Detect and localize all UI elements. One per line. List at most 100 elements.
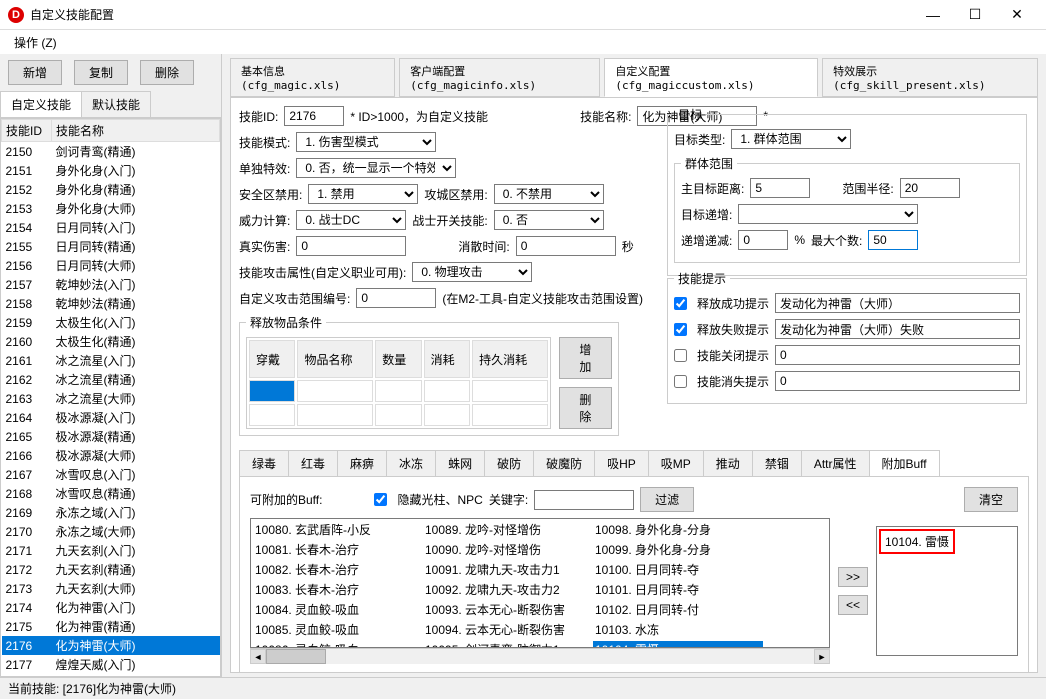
- check-success[interactable]: [674, 297, 687, 310]
- skill-row[interactable]: 2159太极生化(入门): [2, 313, 220, 332]
- skill-row[interactable]: 2151身外化身(入门): [2, 161, 220, 180]
- skill-row[interactable]: 2171九天玄刹(入门): [2, 541, 220, 560]
- check-close[interactable]: [674, 349, 687, 362]
- close-button[interactable]: ✕: [996, 1, 1038, 29]
- add-button[interactable]: 新增: [8, 60, 62, 85]
- select-warrior-switch[interactable]: 0. 否: [494, 210, 604, 230]
- delete-button[interactable]: 删除: [140, 60, 194, 85]
- release-del-button[interactable]: 删除: [559, 387, 612, 429]
- check-hide-pillar[interactable]: [374, 493, 387, 506]
- select-solo[interactable]: 0. 否，统一显示一个特效: [296, 158, 456, 178]
- buff-tab[interactable]: 麻痹: [337, 450, 387, 476]
- skill-row[interactable]: 2157乾坤妙法(入门): [2, 275, 220, 294]
- buff-item[interactable]: 10098. 身外化身-分身: [593, 521, 763, 538]
- config-tab[interactable]: 自定义配置 (cfg_magiccustom.xls): [604, 58, 818, 97]
- skill-row[interactable]: 2156日月同转(大师): [2, 256, 220, 275]
- scrollbar[interactable]: ◄►: [250, 648, 830, 664]
- config-tab[interactable]: 基本信息 (cfg_magic.xls): [230, 58, 395, 97]
- buff-tab[interactable]: 附加Buff: [869, 450, 940, 476]
- move-left-button[interactable]: <<: [838, 595, 868, 615]
- skill-row[interactable]: 2170永冻之域(大师): [2, 522, 220, 541]
- buff-item[interactable]: 10095. 剑诃青鸾-防御力1: [423, 641, 593, 648]
- skill-list[interactable]: 技能ID 技能名称 2150剑诃青鸾(精通)2151身外化身(入门)2152身外…: [0, 118, 221, 677]
- buff-item[interactable]: 10101. 日月同转-夺: [593, 581, 763, 598]
- input-skill-id[interactable]: [284, 106, 344, 126]
- skill-row[interactable]: 2161冰之流星(入门): [2, 351, 220, 370]
- minimize-button[interactable]: —: [912, 1, 954, 29]
- input-fail[interactable]: [775, 319, 1020, 339]
- input-dis-time[interactable]: [516, 236, 616, 256]
- buff-item[interactable]: 10085. 灵血鲛-吸血: [253, 621, 423, 638]
- copy-button[interactable]: 复制: [74, 60, 128, 85]
- tab-default-skill[interactable]: 默认技能: [81, 91, 151, 117]
- skill-row[interactable]: 2174化为神雷(入门): [2, 598, 220, 617]
- menu-operate[interactable]: 操作 (Z): [8, 32, 63, 53]
- buff-item[interactable]: 10094. 云本无心-断裂伤害: [423, 621, 593, 638]
- input-target-max[interactable]: [868, 230, 918, 250]
- skill-row[interactable]: 2173九天玄刹(大师): [2, 579, 220, 598]
- clear-button[interactable]: 清空: [964, 487, 1018, 512]
- skill-row[interactable]: 2153身外化身(大师): [2, 199, 220, 218]
- skill-row[interactable]: 2164极冰源凝(入门): [2, 408, 220, 427]
- skill-row[interactable]: 2168冰雪叹息(精通): [2, 484, 220, 503]
- select-safe[interactable]: 1. 禁用: [308, 184, 418, 204]
- buff-tab[interactable]: 推动: [703, 450, 753, 476]
- input-target-decr[interactable]: [738, 230, 788, 250]
- maximize-button[interactable]: ☐: [954, 1, 996, 29]
- buff-tab[interactable]: Attr属性: [801, 450, 870, 476]
- config-tab[interactable]: 客户端配置 (cfg_magicinfo.xls): [399, 58, 600, 97]
- buff-item[interactable]: 10080. 玄武盾阵-小反: [253, 521, 423, 538]
- skill-row[interactable]: 2169永冻之域(入门): [2, 503, 220, 522]
- input-real-dmg[interactable]: [296, 236, 406, 256]
- buff-tab[interactable]: 吸MP: [648, 450, 704, 476]
- buff-item[interactable]: 10090. 龙吟-对怪增伤: [423, 541, 593, 558]
- buff-tab[interactable]: 绿毒: [239, 450, 289, 476]
- skill-row[interactable]: 2175化为神雷(精通): [2, 617, 220, 636]
- input-disappear[interactable]: [775, 371, 1020, 391]
- buff-tab[interactable]: 禁锢: [752, 450, 802, 476]
- move-right-button[interactable]: >>: [838, 567, 868, 587]
- skill-row[interactable]: 2155日月同转(精通): [2, 237, 220, 256]
- select-power[interactable]: 0. 战士DC: [296, 210, 406, 230]
- buff-item[interactable]: 10103. 水冻: [593, 621, 763, 638]
- buff-item[interactable]: 10100. 日月同转-夺: [593, 561, 763, 578]
- buff-tab[interactable]: 吸HP: [594, 450, 649, 476]
- skill-row[interactable]: 2172九天玄刹(精通): [2, 560, 220, 579]
- select-target-incr[interactable]: [738, 204, 918, 224]
- buff-available-list[interactable]: 10080. 玄武盾阵-小反10089. 龙吟-对怪增伤10098. 身外化身-…: [250, 518, 830, 648]
- input-success[interactable]: [775, 293, 1020, 313]
- buff-item[interactable]: 10102. 日月同转-付: [593, 601, 763, 618]
- select-attack-attr[interactable]: 0. 物理攻击: [412, 262, 532, 282]
- buff-tab[interactable]: 破防: [484, 450, 534, 476]
- buff-item[interactable]: 10082. 长春木-治疗: [253, 561, 423, 578]
- select-target-type[interactable]: 1. 群体范围: [731, 129, 851, 149]
- buff-item[interactable]: 10084. 灵血鲛-吸血: [253, 601, 423, 618]
- buff-tab[interactable]: 破魔防: [533, 450, 595, 476]
- skill-row[interactable]: 2158乾坤妙法(精通): [2, 294, 220, 313]
- buff-item[interactable]: 10083. 长春木-治疗: [253, 581, 423, 598]
- filter-button[interactable]: 过滤: [640, 487, 694, 512]
- buff-tab[interactable]: 冰冻: [386, 450, 436, 476]
- select-mode[interactable]: 1. 伤害型模式: [296, 132, 436, 152]
- skill-row[interactable]: 2177煌煌天威(入门): [2, 655, 220, 674]
- buff-item[interactable]: 10092. 龙啸九天-攻击力2: [423, 581, 593, 598]
- buff-tab[interactable]: 红毒: [288, 450, 338, 476]
- skill-row[interactable]: 2162冰之流星(精通): [2, 370, 220, 389]
- skill-row[interactable]: 2166极冰源凝(大师): [2, 446, 220, 465]
- skill-row[interactable]: 2176化为神雷(大师): [2, 636, 220, 655]
- tab-custom-skill[interactable]: 自定义技能: [0, 91, 82, 117]
- check-fail[interactable]: [674, 323, 687, 336]
- buff-item[interactable]: 10099. 身外化身-分身: [593, 541, 763, 558]
- skill-row[interactable]: 2163冰之流星(大师): [2, 389, 220, 408]
- buff-item[interactable]: 10104. 雷慑: [593, 641, 763, 648]
- config-tab[interactable]: 特效展示 (cfg_skill_present.xls): [822, 58, 1038, 97]
- input-keyword[interactable]: [534, 490, 634, 510]
- skill-row[interactable]: 2165极冰源凝(精通): [2, 427, 220, 446]
- skill-row[interactable]: 2167冰雪叹息(入门): [2, 465, 220, 484]
- buff-item[interactable]: 10089. 龙吟-对怪增伤: [423, 521, 593, 538]
- select-siege[interactable]: 0. 不禁用: [494, 184, 604, 204]
- check-disappear[interactable]: [674, 375, 687, 388]
- skill-row[interactable]: 2152身外化身(精通): [2, 180, 220, 199]
- skill-row[interactable]: 2154日月同转(入门): [2, 218, 220, 237]
- release-add-button[interactable]: 增加: [559, 337, 612, 379]
